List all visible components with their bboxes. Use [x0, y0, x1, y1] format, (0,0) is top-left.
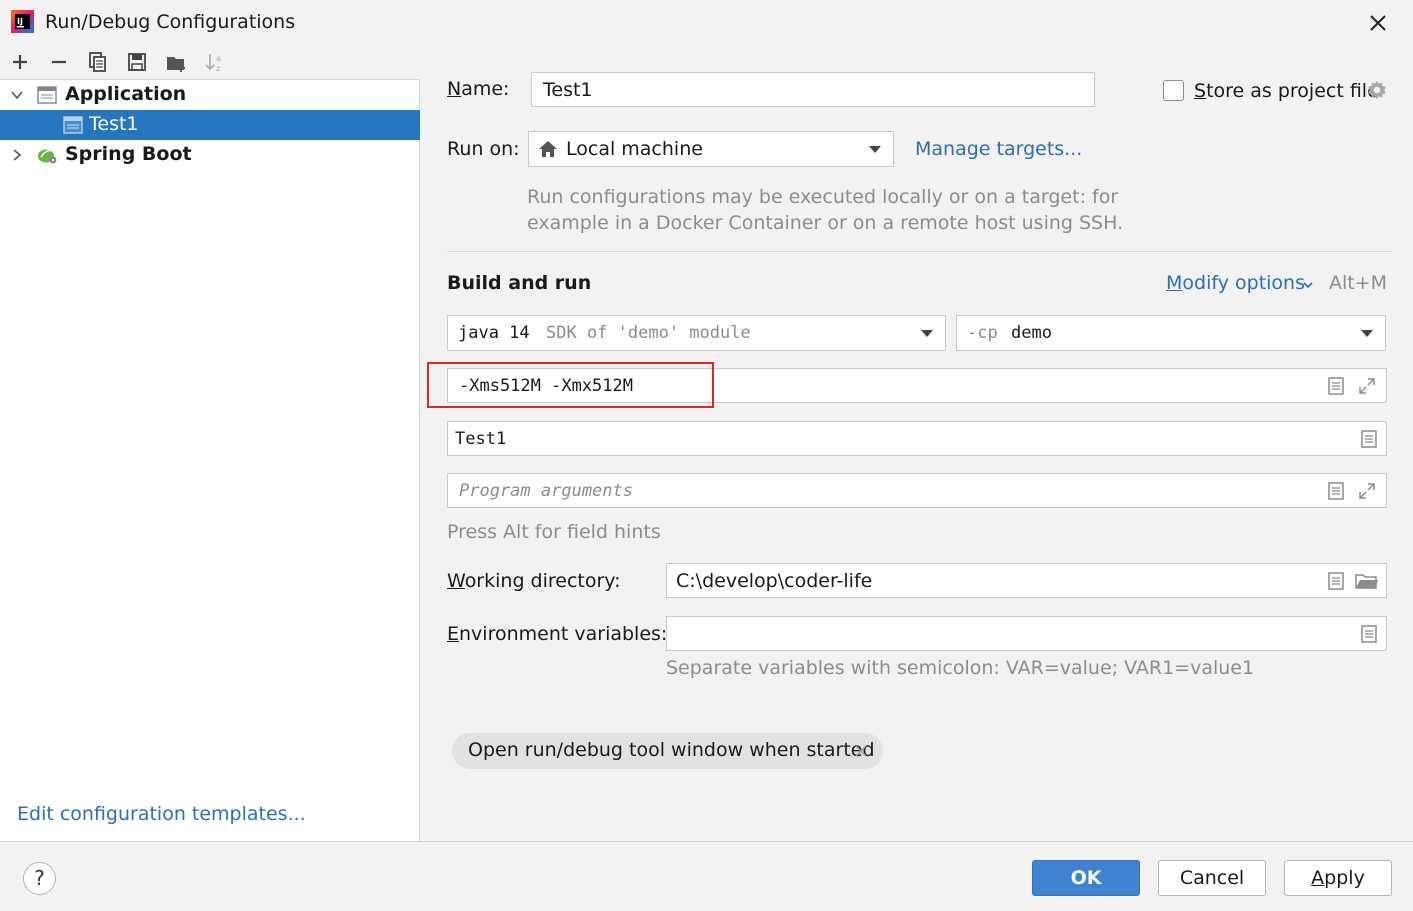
- jre-value: java 14: [458, 323, 530, 343]
- run-on-hint-line1: Run configurations may be executed local…: [527, 186, 1119, 208]
- section-divider: [447, 251, 1392, 252]
- tree-item-application[interactable]: Application: [0, 80, 420, 110]
- expand-icon[interactable]: [1358, 482, 1376, 500]
- dialog-button-bar: ? OK Cancel Apply: [0, 841, 1413, 911]
- close-icon[interactable]: [1366, 11, 1390, 35]
- remove-option-icon[interactable]: [854, 744, 868, 758]
- chevron-down-icon: [869, 146, 881, 153]
- store-as-project-file-checkbox[interactable]: [1163, 80, 1184, 101]
- add-icon[interactable]: [8, 50, 32, 74]
- jre-hint: SDK of 'demo' module: [546, 323, 751, 343]
- home-icon: [539, 141, 557, 157]
- working-directory-label: Working directory:: [447, 570, 621, 592]
- chevron-down-icon[interactable]: [1302, 279, 1314, 291]
- tree-label-test1: Test1: [89, 113, 139, 135]
- program-arguments-placeholder: Program arguments: [459, 481, 633, 501]
- working-directory-value: C:\develop\coder-life: [676, 570, 873, 592]
- classpath-prefix: -cp: [967, 323, 998, 343]
- spring-boot-icon: [38, 149, 57, 164]
- ok-button[interactable]: OK: [1032, 860, 1140, 896]
- application-config-icon: [63, 116, 83, 134]
- apply-button[interactable]: Apply: [1284, 860, 1392, 896]
- remove-icon[interactable]: [47, 50, 71, 74]
- chevron-down-icon[interactable]: [10, 88, 24, 102]
- expand-icon[interactable]: [1358, 377, 1376, 395]
- document-icon[interactable]: [1361, 625, 1377, 643]
- cancel-button[interactable]: Cancel: [1158, 860, 1266, 896]
- chevron-down-icon: [1361, 330, 1373, 337]
- field-hints-text: Press Alt for field hints: [447, 521, 661, 543]
- chevron-down-icon: [921, 330, 933, 337]
- document-icon[interactable]: [1328, 377, 1344, 395]
- run-on-dropdown[interactable]: Local machine: [528, 131, 894, 167]
- tree-item-spring-boot[interactable]: Spring Boot: [0, 140, 420, 170]
- working-directory-field[interactable]: C:\develop\coder-life: [666, 563, 1387, 598]
- svg-text:z: z: [216, 64, 220, 73]
- environment-variables-hint: Separate variables with semicolon: VAR=v…: [666, 657, 1255, 679]
- help-button[interactable]: ?: [23, 862, 56, 895]
- new-folder-icon[interactable]: [164, 50, 188, 74]
- modify-options-link[interactable]: Modify options: [1166, 272, 1305, 294]
- configuration-form: Name: Test1 Store as project file Run on…: [421, 44, 1413, 841]
- window-title: Run/Debug Configurations: [45, 11, 296, 33]
- run-on-value: Local machine: [566, 138, 703, 160]
- svg-text:a: a: [216, 54, 221, 63]
- classpath-dropdown[interactable]: -cp demo: [956, 315, 1386, 351]
- tree-item-test1[interactable]: Test1: [0, 110, 420, 140]
- program-arguments-field[interactable]: Program arguments: [447, 473, 1387, 508]
- classpath-value: demo: [1011, 323, 1052, 343]
- title-bar: IJ Run/Debug Configurations: [0, 0, 1413, 44]
- modify-options-shortcut: Alt+M: [1329, 272, 1388, 294]
- jre-dropdown[interactable]: java 14 SDK of 'demo' module: [447, 315, 946, 351]
- run-on-hint-line2: example in a Docker Container or on a re…: [527, 212, 1124, 234]
- configurations-tree: Application Test1 Spring Boot: [0, 80, 420, 170]
- edit-templates-link[interactable]: Edit configuration templates...: [17, 803, 306, 825]
- configurations-panel: a z Application Test1 Spring Boot Edit c…: [0, 44, 420, 841]
- tree-label-application: Application: [65, 83, 187, 105]
- run-on-label: Run on:: [447, 138, 520, 160]
- document-icon[interactable]: [1328, 572, 1344, 590]
- open-tool-window-option-chip[interactable]: Open run/debug tool window when started: [452, 733, 883, 769]
- intellij-app-icon: IJ: [11, 10, 34, 33]
- store-as-project-file-label[interactable]: Store as project file: [1194, 80, 1379, 102]
- chip-label: Open run/debug tool window when started: [468, 739, 875, 761]
- svg-text:IJ: IJ: [17, 17, 23, 26]
- document-icon[interactable]: [1361, 430, 1377, 448]
- sort-icon[interactable]: a z: [203, 50, 227, 74]
- name-field[interactable]: Test1: [531, 72, 1095, 107]
- environment-variables-field[interactable]: [666, 616, 1387, 651]
- highlight-box: [427, 362, 714, 408]
- application-config-icon: [37, 86, 57, 104]
- build-and-run-heading: Build and run: [447, 272, 592, 294]
- copy-icon[interactable]: [86, 50, 110, 74]
- environment-variables-label: Environment variables:: [447, 623, 668, 645]
- folder-icon[interactable]: [1355, 572, 1379, 590]
- chevron-right-icon[interactable]: [10, 148, 24, 162]
- document-icon[interactable]: [1328, 482, 1344, 500]
- main-class-value: Test1: [455, 429, 507, 449]
- gear-icon[interactable]: [1366, 79, 1388, 101]
- save-icon[interactable]: [125, 50, 149, 74]
- tree-label-spring-boot: Spring Boot: [65, 143, 192, 165]
- manage-targets-link[interactable]: Manage targets...: [915, 138, 1082, 160]
- name-label: Name:: [447, 78, 510, 100]
- main-class-field[interactable]: Test1: [447, 421, 1387, 456]
- configurations-toolbar: a z: [0, 44, 420, 80]
- name-value: Test1: [543, 79, 593, 101]
